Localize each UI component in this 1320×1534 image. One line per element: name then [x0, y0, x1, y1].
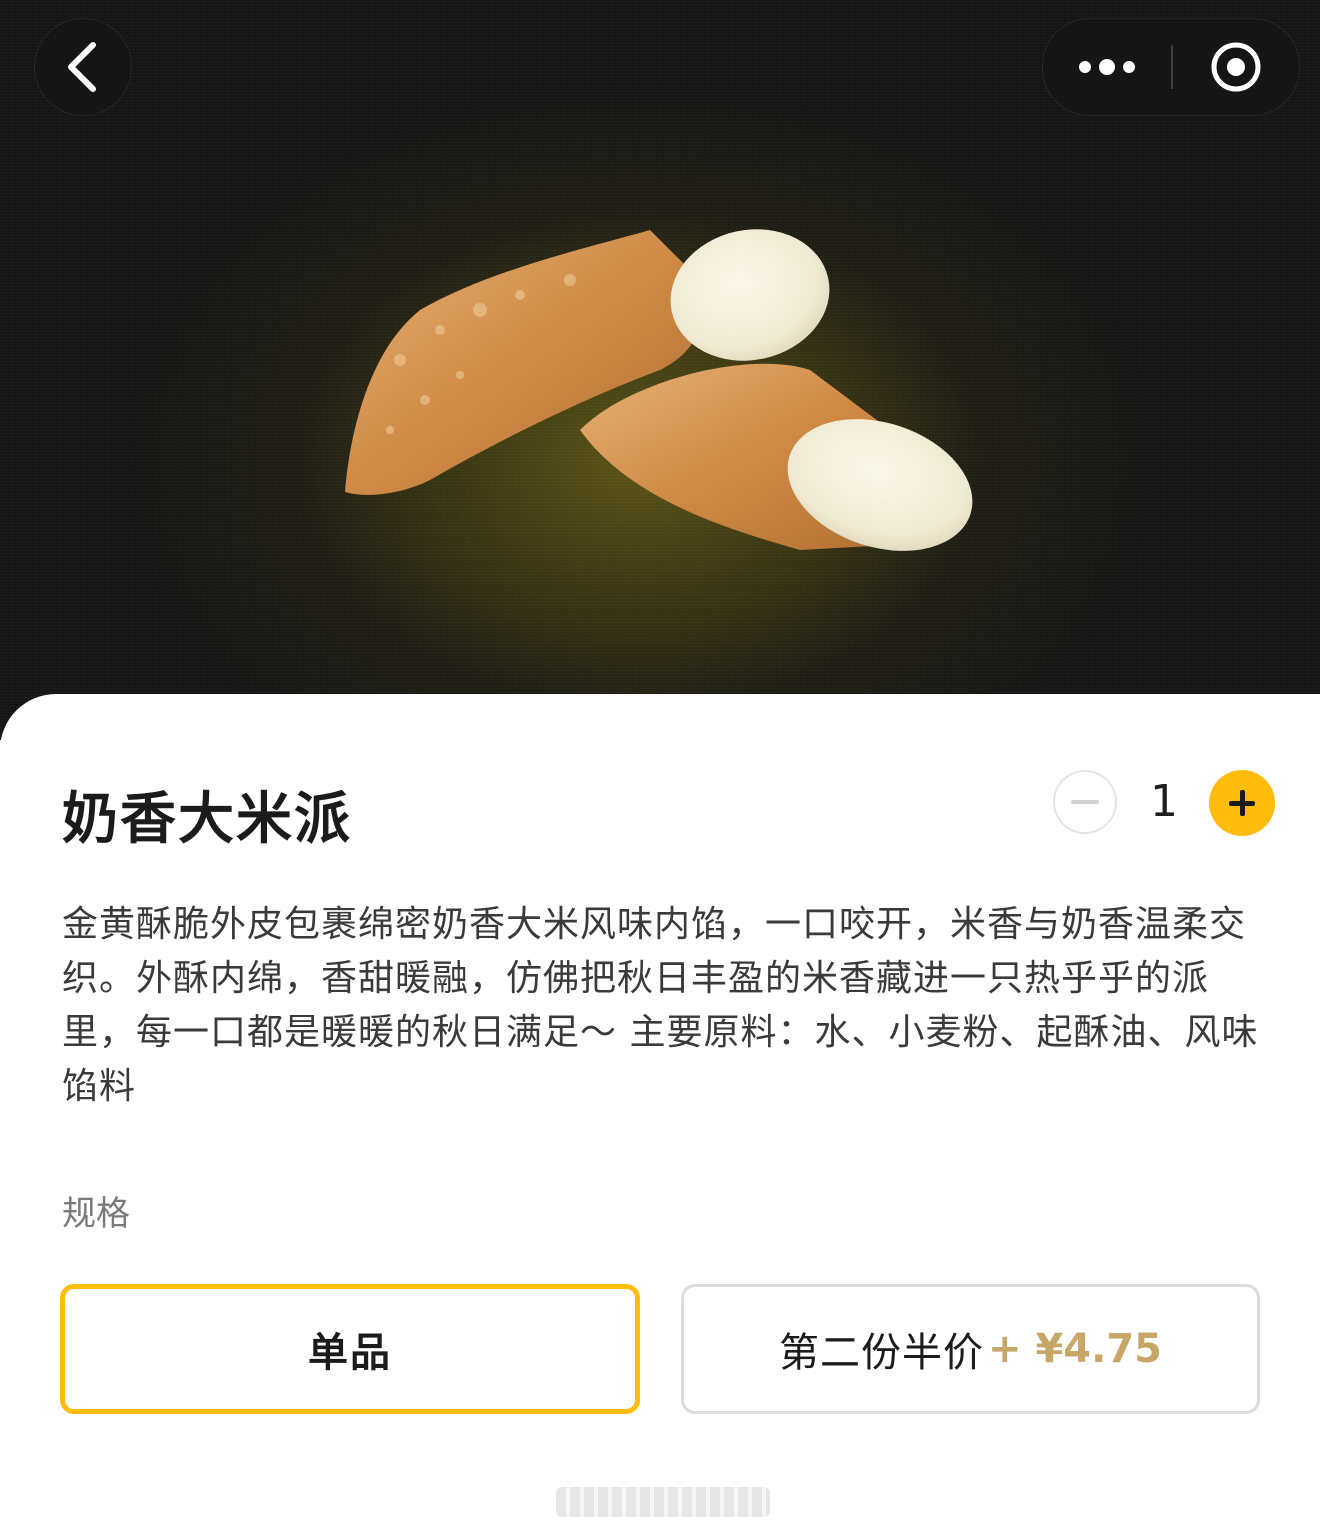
spec-option-label: 第二份半价: [779, 1330, 985, 1376]
minus-icon: [1071, 800, 1099, 804]
target-circle-icon: [1211, 42, 1261, 92]
more-button[interactable]: [1043, 19, 1171, 115]
quantity-value: 1: [1150, 776, 1178, 827]
product-detail-sheet: 奶香大米派 1 金黄酥脆外皮包裹绵密奶香大米风味内馅，一口咬开，米香与奶香温柔交…: [0, 694, 1320, 1534]
increase-quantity-button[interactable]: [1209, 770, 1275, 836]
spec-label: 规格: [62, 1194, 130, 1234]
spec-option-extra-price: + ¥4.75: [988, 1326, 1162, 1372]
product-description: 金黄酥脆外皮包裹绵密奶香大米风味内馅，一口咬开，米香与奶香温柔交织。外酥内绵，香…: [62, 904, 1259, 1107]
spec-option-second-half-price[interactable]: 第二份半价 + ¥4.75: [681, 1284, 1260, 1414]
product-title: 奶香大米派: [62, 787, 352, 852]
more-dots-icon: [1079, 59, 1135, 75]
spec-option-label: 单品: [308, 1330, 392, 1376]
product-image: [345, 229, 973, 551]
back-button[interactable]: [34, 18, 132, 116]
product-hero: [0, 0, 1320, 740]
home-indicator: [556, 1487, 770, 1517]
decrease-quantity-button[interactable]: [1053, 770, 1117, 834]
miniprogram-capsule: [1042, 18, 1300, 116]
close-miniprogram-button[interactable]: [1173, 19, 1299, 115]
chevron-left-icon: [68, 42, 96, 92]
spec-option-single[interactable]: 单品: [60, 1284, 640, 1414]
